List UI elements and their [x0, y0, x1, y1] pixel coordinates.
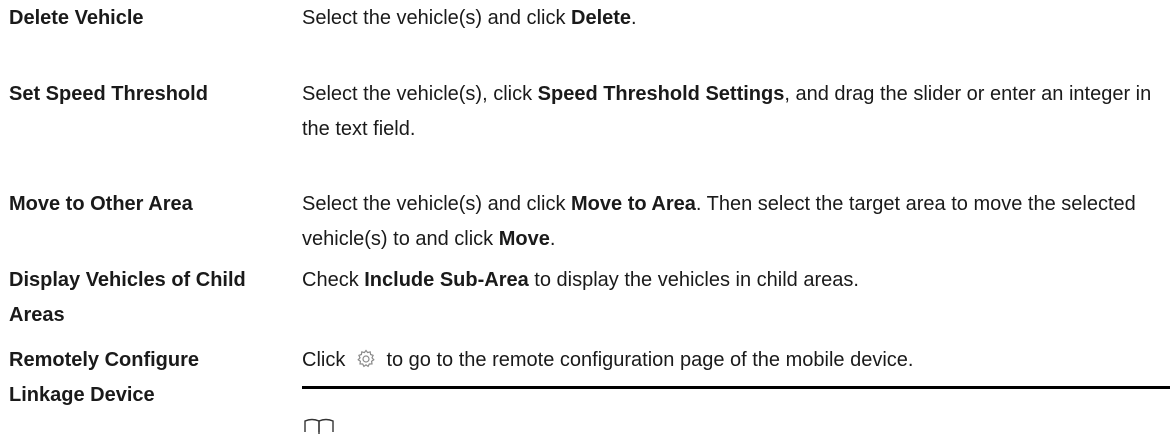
- description-text: Select the vehicle(s), click: [302, 83, 538, 105]
- row-description: Select the vehicle(s), click Speed Thres…: [302, 77, 1152, 147]
- row-description: Select the vehicle(s) and click Move to …: [302, 187, 1152, 257]
- description-text: .: [631, 7, 637, 29]
- bold-ui-term: Delete: [571, 7, 632, 29]
- bold-ui-term: Speed Threshold Settings: [537, 83, 785, 105]
- description-text: .: [549, 228, 556, 250]
- gear-icon[interactable]: [356, 346, 376, 368]
- row-term: Remotely Configure Linkage Device: [9, 349, 200, 406]
- row-term: Move to Other Area: [9, 193, 193, 215]
- row-term: Display Vehicles of Child Areas: [9, 269, 246, 326]
- note-divider: [302, 386, 1170, 389]
- bold-ui-term: Move to Area: [571, 193, 696, 215]
- bold-ui-term: Include Sub-Area: [364, 269, 529, 291]
- bold-ui-term: Move: [498, 228, 550, 250]
- row-description: Check Include Sub-Area to display the ve…: [302, 263, 1152, 298]
- row-description: Select the vehicle(s) and click Delete.: [302, 1, 1152, 36]
- description-text: Check: [302, 269, 365, 291]
- description-text: to go to the remote configuration page o…: [380, 349, 914, 371]
- row-term: Set Speed Threshold: [9, 83, 208, 105]
- description-text: Click: [302, 349, 351, 371]
- row-description: Click to go to the remote configuration …: [302, 343, 1152, 378]
- description-text: Select the vehicle(s) and click: [302, 7, 572, 29]
- row-term: Delete Vehicle: [9, 7, 144, 29]
- description-text: to display the vehicles in child areas.: [528, 269, 859, 291]
- description-text: Select the vehicle(s) and click: [302, 193, 572, 215]
- note-icon: [304, 418, 334, 434]
